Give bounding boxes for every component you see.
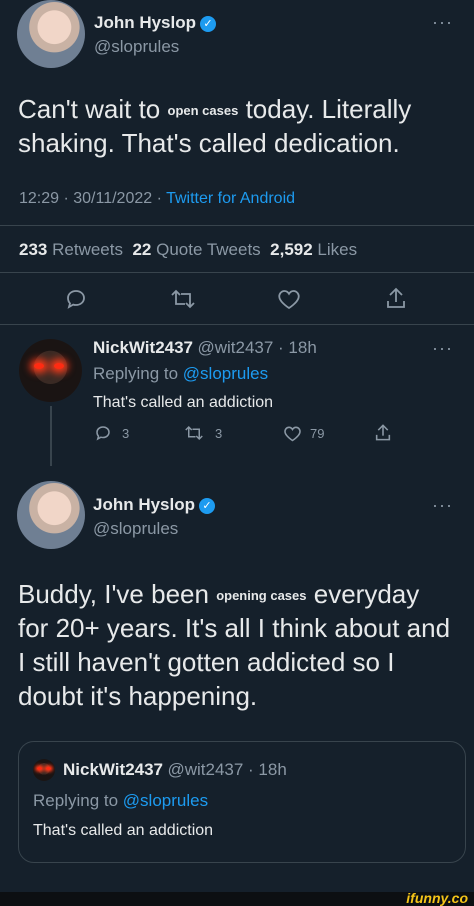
more-icon[interactable]: ···: [432, 12, 453, 33]
tweet-text-line2: shaking. That's called dedication.: [18, 128, 400, 158]
reply-reply-count: 3: [122, 426, 130, 441]
reply-avatar[interactable]: [19, 339, 82, 402]
reply-more-icon[interactable]: ···: [432, 338, 453, 359]
quoted-author-name: NickWit2437: [63, 760, 164, 779]
second-text-line2: for 20+ years. It's all I think about an…: [18, 613, 451, 643]
second-author-name[interactable]: John Hyslop: [93, 495, 195, 514]
author-name[interactable]: John Hyslop: [94, 13, 196, 32]
share-icon[interactable]: [385, 286, 407, 315]
reply-header: NickWit2437 @wit2437 · 18h: [93, 338, 317, 358]
second-more-icon[interactable]: ···: [432, 495, 453, 516]
quote-stat[interactable]: 22 Quote Tweets: [132, 240, 260, 259]
reply-like-count: 79: [310, 426, 325, 441]
reply-retweet-count: 3: [215, 426, 223, 441]
quoted-text: That's called an addiction: [33, 822, 214, 839]
tweet-meta: 12:29 · 30/11/2022 · Twitter for Android: [19, 190, 296, 207]
tweet-stats: 233 Retweets 22 Quote Tweets 2,592 Likes: [19, 240, 357, 260]
watermark-logo: ifunny.co: [406, 890, 468, 906]
second-text-line4: doubt it's happening.: [18, 681, 258, 711]
divider: [0, 225, 474, 226]
divider: [0, 324, 474, 325]
retweets-stat[interactable]: 233 Retweets: [19, 240, 123, 259]
replying-to-handle[interactable]: @sloprules: [183, 364, 268, 383]
reply-retweet-icon[interactable]: [184, 424, 204, 447]
reply-text: That's called an addiction: [93, 394, 274, 411]
quoted-replying-to: Replying to @sloprules: [33, 791, 209, 810]
second-verified-badge-icon: ✓: [199, 498, 216, 514]
reply-author-handle[interactable]: @wit2437 · 18h: [197, 338, 316, 357]
second-avatar[interactable]: [17, 481, 85, 549]
reply-icon[interactable]: [64, 287, 88, 316]
quoted-tweet[interactable]: NickWit2437 @wit2437 · 18h Replying to @…: [18, 741, 466, 863]
second-text-line3: I still haven't gotten addicted so I: [18, 647, 395, 677]
second-author-handle[interactable]: @sloprules: [93, 519, 178, 539]
quoted-header: NickWit2437 @wit2437 · 18h: [63, 760, 287, 780]
quoted-avatar: [33, 759, 55, 781]
tweet-source[interactable]: Twitter for Android: [166, 190, 295, 207]
tweet-text-line1: Can't wait to open cases today. Literall…: [18, 94, 412, 124]
replying-to: Replying to @sloprules: [93, 364, 269, 383]
like-icon[interactable]: [277, 288, 301, 315]
reply-author-name[interactable]: NickWit2437: [93, 338, 193, 357]
thread-line: [50, 406, 52, 466]
verified-badge-icon: ✓: [200, 16, 217, 32]
avatar[interactable]: [17, 0, 85, 68]
quoted-author-handle: @wit2437 · 18h: [167, 760, 287, 779]
footer-bar: [0, 892, 474, 906]
reply-share-icon[interactable]: [374, 423, 392, 447]
likes-stat[interactable]: 2,592 Likes: [270, 240, 357, 259]
retweet-icon[interactable]: [170, 287, 196, 316]
divider: [0, 272, 474, 273]
author-handle[interactable]: @sloprules: [94, 37, 179, 57]
reply-like-icon[interactable]: [283, 425, 302, 447]
second-text-line1: Buddy, I've been opening cases everyday: [18, 579, 420, 609]
reply-reply-icon[interactable]: [94, 424, 112, 447]
